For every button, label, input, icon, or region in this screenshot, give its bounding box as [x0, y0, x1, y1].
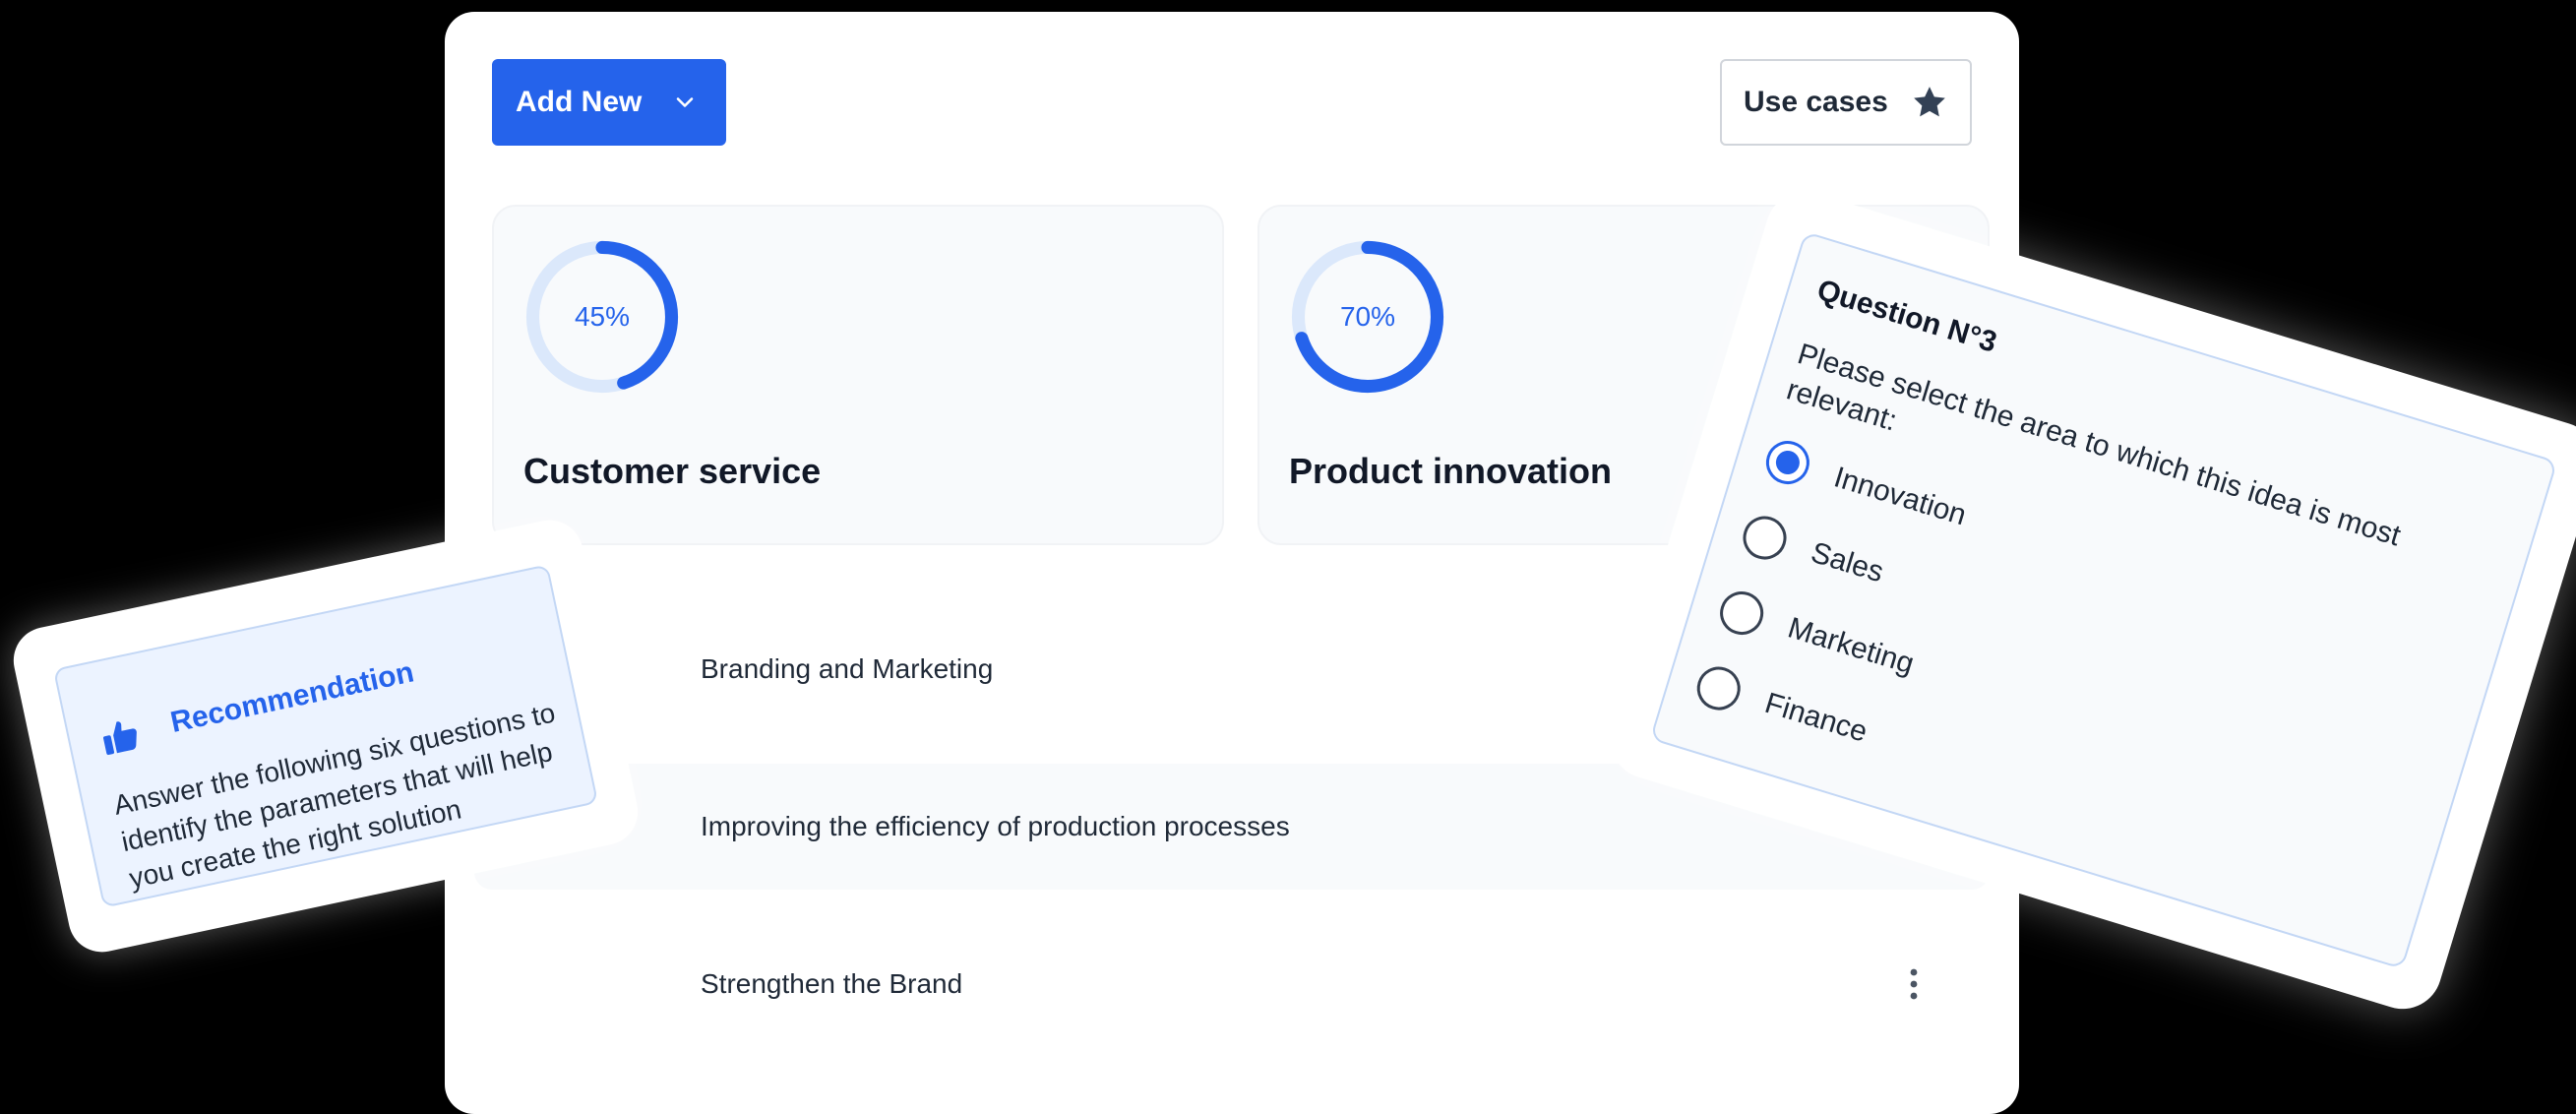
- list-item-label: Branding and Marketing: [701, 653, 994, 684]
- recommendation-panel: Recommendation Answer the following six …: [52, 564, 599, 908]
- stat-title: Product innovation: [1289, 451, 1612, 491]
- radio-button[interactable]: [1691, 661, 1747, 715]
- stat-card-customer-service[interactable]: 45% Customer service: [492, 205, 1224, 545]
- progress-percent: 70%: [1339, 301, 1396, 332]
- star-icon: [1913, 87, 1945, 117]
- option-marketing[interactable]: Marketing: [1714, 586, 1920, 687]
- radio-button[interactable]: [1714, 586, 1769, 641]
- more-options-icon[interactable]: [1909, 967, 1919, 1001]
- list-item[interactable]: Strengthen the Brand: [474, 921, 1990, 1047]
- radio-selected-dot: [1772, 448, 1803, 477]
- option-label: Marketing: [1784, 611, 1918, 681]
- chevron-down-icon: [677, 97, 694, 107]
- add-new-label: Add New: [516, 86, 643, 118]
- list-item-label: Improving the efficiency of production p…: [701, 811, 1290, 841]
- use-cases-button[interactable]: Use cases: [1720, 59, 1972, 146]
- stat-title: Customer service: [523, 451, 822, 491]
- use-cases-label: Use cases: [1744, 86, 1888, 118]
- recommendation-title: Recommendation: [167, 655, 417, 740]
- radio-button[interactable]: [1738, 511, 1792, 565]
- option-label: Sales: [1807, 535, 1888, 589]
- option-finance[interactable]: Finance: [1691, 661, 1872, 754]
- radio-button[interactable]: [1760, 435, 1815, 490]
- option-sales[interactable]: Sales: [1738, 511, 1888, 594]
- option-label: Innovation: [1830, 461, 1971, 532]
- option-label: Finance: [1760, 686, 1871, 749]
- add-new-button[interactable]: Add New: [492, 59, 726, 146]
- list-item-label: Strengthen the Brand: [701, 968, 963, 999]
- thumbs-up-icon: [102, 721, 137, 756]
- progress-percent: 45%: [574, 301, 631, 332]
